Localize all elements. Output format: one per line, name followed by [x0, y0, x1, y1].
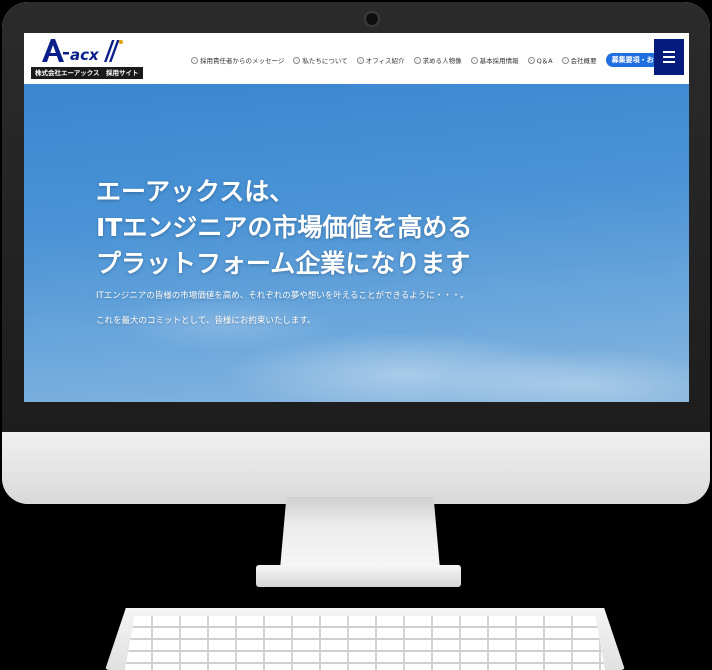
nav-item-about[interactable]: › 私たちについて [293, 55, 348, 65]
hero-title-line: エーアックスは、 [96, 177, 295, 206]
nav-item-label: 基本採用情報 [479, 57, 519, 65]
nav-item-label: 会社概要 [570, 57, 597, 65]
chevron-right-icon: › [413, 56, 421, 64]
chevron-right-icon: › [191, 56, 198, 64]
nav-item-ideal-candidate[interactable]: › 求める人物像 [413, 55, 462, 65]
hero-subtext-line: ITエンジニアの皆様の市場価値を高め、それぞれの夢や想いを叶えることができるよう… [96, 291, 469, 301]
menu-icon-bar [663, 51, 675, 53]
webcam-icon [364, 11, 380, 27]
nav-item-office[interactable]: › オフィス紹介 [356, 55, 405, 65]
chevron-right-icon: › [293, 56, 301, 64]
nav-item-label: 私たちについて [302, 57, 348, 65]
screen: acx 株式会社エーアックス 採用サイト › 採用責任者からのメッセージ › 私… [24, 33, 689, 402]
company-logo[interactable]: acx [38, 36, 128, 66]
menu-icon-bar [663, 61, 675, 63]
chevron-right-icon: › [561, 56, 569, 64]
main-nav: › 採用責任者からのメッセージ › 私たちについて › オフィス紹介 › 求める… [191, 53, 681, 67]
logo-mark-icon: acx [42, 39, 123, 64]
chevron-right-icon: › [527, 56, 535, 64]
chevron-right-icon: › [470, 56, 478, 64]
menu-icon-bar [663, 56, 675, 58]
nav-item-label: 求める人物像 [422, 57, 462, 65]
nav-item-label: オフィス紹介 [365, 57, 405, 65]
monitor-chin [2, 432, 710, 504]
hamburger-menu-button[interactable] [654, 39, 684, 75]
svg-text:acx: acx [70, 46, 100, 64]
monitor-stand-base [256, 565, 461, 587]
hero-title-line: ITエンジニアの市場価値を高める [96, 213, 473, 242]
keyboard-key-rows [125, 616, 605, 670]
chevron-right-icon: › [356, 56, 364, 64]
site-header: acx 株式会社エーアックス 採用サイト › 採用責任者からのメッセージ › 私… [24, 33, 689, 85]
hero-section: エーアックスは、 ITエンジニアの市場価値を高める プラットフォーム企業になりま… [24, 84, 689, 402]
logo-subtitle: 株式会社エーアックス 採用サイト [31, 67, 143, 79]
hero-title-line: プラットフォーム企業になります [96, 249, 471, 278]
hero-subtext-line: これを最大のコミットとして、皆様にお約束いたします。 [96, 316, 316, 326]
nav-item-company[interactable]: › 会社概要 [561, 55, 597, 65]
monitor-stand-neck [280, 497, 440, 569]
nav-item-label: 採用責任者からのメッセージ [200, 57, 285, 65]
nav-item-recruitment-info[interactable]: › 基本採用情報 [470, 55, 519, 65]
nav-item-qa[interactable]: › Q＆A [527, 55, 553, 65]
hero-title: エーアックスは、 ITエンジニアの市場価値を高める プラットフォーム企業になりま… [96, 174, 472, 282]
nav-item-message[interactable]: › 採用責任者からのメッセージ [191, 55, 284, 65]
nav-item-label: Q＆A [536, 57, 553, 65]
